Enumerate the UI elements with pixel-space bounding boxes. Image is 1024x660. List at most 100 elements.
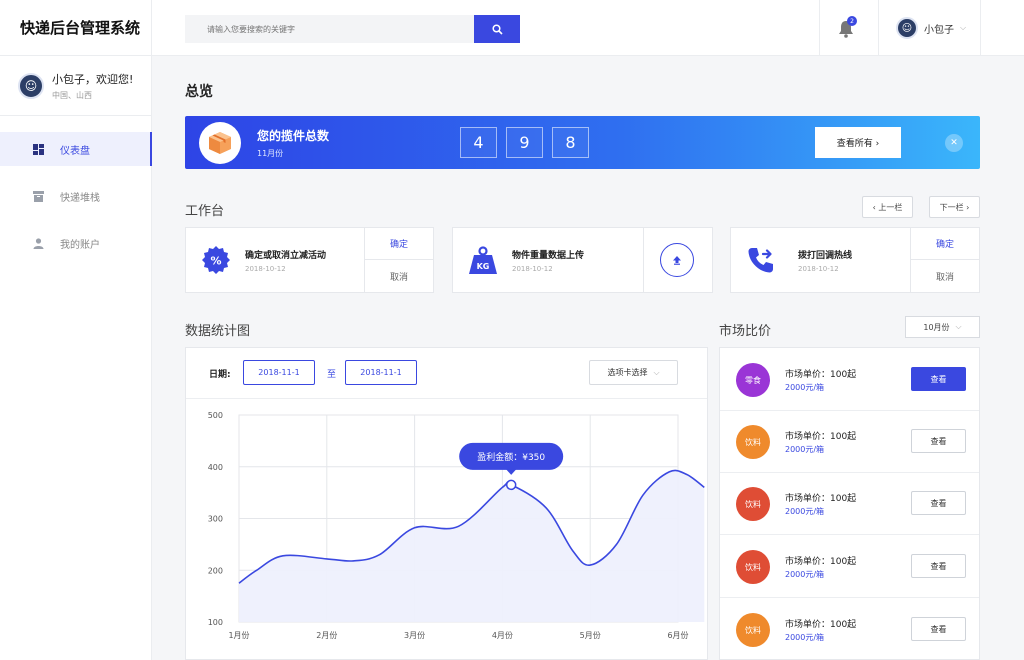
market-row: 饮料 市场单价：100起 2000元/箱 查看 bbox=[720, 598, 979, 659]
x-tick-label: 3月份 bbox=[404, 630, 425, 640]
topbar: 2 ☺ 小包子 ⌵ bbox=[152, 0, 1024, 56]
view-button[interactable]: 查看 bbox=[911, 491, 966, 515]
avatar: ☺ bbox=[896, 17, 918, 39]
user-card: ☺ 小包子，欢迎您! 中国、山西 bbox=[0, 56, 151, 116]
sidebar-item-stack[interactable]: 快递堆栈 bbox=[0, 179, 151, 213]
banner-subtitle: 11月份 bbox=[257, 149, 284, 158]
market-row: 饮料 市场单价：100起 2000元/箱 查看 bbox=[720, 410, 979, 473]
category-badge: 饮料 bbox=[736, 550, 770, 584]
search-button[interactable] bbox=[474, 15, 520, 43]
market-price: 市场单价：100起 bbox=[785, 557, 857, 567]
task-name: 拨打回调热线 bbox=[798, 251, 853, 261]
dashboard-icon bbox=[32, 143, 44, 155]
view-all-button[interactable]: 查看所有 › bbox=[815, 127, 901, 158]
count-digit: 8 bbox=[552, 127, 589, 158]
upload-icon bbox=[673, 256, 681, 265]
date-separator: 至 bbox=[327, 370, 337, 380]
archive-box-icon bbox=[32, 190, 44, 202]
app-title: 快递后台管理系统 bbox=[0, 0, 151, 56]
category-badge: 饮料 bbox=[736, 613, 770, 647]
sidebar-item-account[interactable]: 我的账户 bbox=[0, 226, 151, 260]
market-unit-price: 2000元/箱 bbox=[785, 445, 825, 454]
y-tick-label: 100 bbox=[208, 618, 223, 627]
avatar[interactable]: ☺ bbox=[18, 72, 44, 99]
view-button[interactable]: 查看 bbox=[911, 367, 966, 391]
view-button[interactable]: 查看 bbox=[911, 617, 966, 641]
chevron-down-icon: ⌵ bbox=[955, 322, 962, 331]
user-icon bbox=[32, 237, 44, 249]
task-date: 2018-10-12 bbox=[245, 265, 286, 273]
category-badge: 零食 bbox=[736, 363, 770, 397]
topbar-divider bbox=[819, 0, 820, 56]
y-tick-label: 300 bbox=[208, 515, 223, 524]
user-name: 小包子 bbox=[924, 24, 954, 36]
market-price: 市场单价：100起 bbox=[785, 370, 857, 380]
cancel-button[interactable]: 取消 bbox=[911, 260, 979, 292]
topbar-divider bbox=[980, 0, 981, 56]
confirm-button[interactable]: 确定 bbox=[365, 228, 433, 260]
upload-button[interactable] bbox=[660, 243, 694, 277]
y-tick-label: 400 bbox=[208, 463, 223, 472]
tab-select-value: 选项卡选择 bbox=[607, 368, 648, 377]
search-input[interactable] bbox=[185, 15, 475, 43]
topbar-divider bbox=[878, 0, 879, 56]
sidebar-nav: 仪表盘 快递堆栈 我的账户 bbox=[0, 132, 152, 260]
view-button[interactable]: 查看 bbox=[911, 429, 966, 453]
market-title: 市场比价 bbox=[719, 324, 772, 339]
workbench-title: 工作台 bbox=[185, 204, 225, 219]
sidebar-item-dashboard[interactable]: 仪表盘 bbox=[0, 132, 152, 166]
market-unit-price: 2000元/箱 bbox=[785, 570, 825, 579]
market-price: 市场单价：100起 bbox=[785, 494, 857, 504]
month-select[interactable]: 10月份 ⌵ bbox=[905, 316, 980, 338]
search-icon bbox=[491, 23, 503, 35]
market-unit-price: 2000元/箱 bbox=[785, 507, 825, 516]
count-digit: 4 bbox=[460, 127, 497, 158]
banner-title: 您的揽件总数 bbox=[257, 129, 330, 143]
market-row: 零食 市场单价：100起 2000元/箱 查看 bbox=[720, 348, 979, 411]
cancel-button[interactable]: 取消 bbox=[365, 260, 433, 292]
highlight-point bbox=[505, 479, 517, 491]
category-badge: 饮料 bbox=[736, 425, 770, 459]
weight-icon: KG bbox=[467, 244, 499, 276]
market-unit-price: 2000元/箱 bbox=[785, 383, 825, 392]
x-tick-label: 2月份 bbox=[316, 630, 337, 640]
x-tick-label: 5月份 bbox=[580, 630, 601, 640]
tab-select[interactable]: 选项卡选择 ⌵ bbox=[589, 360, 678, 385]
month-select-value: 10月份 bbox=[923, 322, 950, 332]
page-title: 总览 bbox=[185, 84, 213, 100]
date-label: 日期: bbox=[209, 370, 231, 380]
confirm-button[interactable]: 确定 bbox=[911, 228, 979, 260]
y-tick-label: 200 bbox=[208, 566, 223, 575]
task-card: 拨打回调热线 2018-10-12 确定 取消 bbox=[730, 227, 980, 293]
x-tick-label: 6月份 bbox=[667, 630, 688, 640]
market-price: 市场单价：100起 bbox=[785, 432, 857, 442]
chevron-down-icon: ⌵ bbox=[960, 23, 967, 32]
view-button[interactable]: 查看 bbox=[911, 554, 966, 578]
stats-title: 数据统计图 bbox=[185, 324, 251, 339]
svg-text:%: % bbox=[210, 255, 221, 268]
svg-text:KG: KG bbox=[477, 262, 490, 271]
user-location: 中国、山西 bbox=[52, 90, 92, 100]
sidebar-item-label: 快递堆栈 bbox=[60, 192, 100, 204]
date-to-field[interactable]: 2018-11-1 bbox=[345, 360, 417, 385]
count-digit: 9 bbox=[506, 127, 543, 158]
task-date: 2018-10-12 bbox=[798, 265, 839, 273]
user-menu[interactable]: ☺ 小包子 ⌵ bbox=[896, 17, 966, 39]
date-from-field[interactable]: 2018-11-1 bbox=[243, 360, 315, 385]
discount-icon: % bbox=[200, 244, 232, 276]
market-row: 饮料 市场单价：100起 2000元/箱 查看 bbox=[720, 535, 979, 598]
task-card: KG 物件重量数据上传 2018-10-12 bbox=[452, 227, 713, 293]
notification-badge: 2 bbox=[847, 16, 857, 26]
x-tick-label: 4月份 bbox=[492, 630, 513, 640]
sidebar-item-label: 仪表盘 bbox=[60, 145, 90, 157]
package-icon bbox=[199, 122, 241, 164]
next-button[interactable]: 下一栏 › bbox=[929, 196, 980, 218]
tooltip-label: 盈利金额：¥350 bbox=[477, 451, 545, 463]
user-greeting: 小包子，欢迎您! bbox=[52, 72, 134, 86]
prev-button[interactable]: ‹ 上一栏 bbox=[862, 196, 913, 218]
sidebar: 快递后台管理系统 ☺ 小包子，欢迎您! 中国、山西 仪表盘 快递堆栈 我的账户 bbox=[0, 0, 152, 660]
line-chart: 500 400 300 200 100 1月份 2月份 3月份 4月份 5月份 6月份 盈利金额：¥3… bbox=[208, 411, 705, 640]
x-tick-label: 1月份 bbox=[228, 630, 249, 640]
task-name: 确定或取消立减活动 bbox=[245, 251, 327, 261]
close-icon[interactable]: ✕ bbox=[945, 134, 963, 152]
